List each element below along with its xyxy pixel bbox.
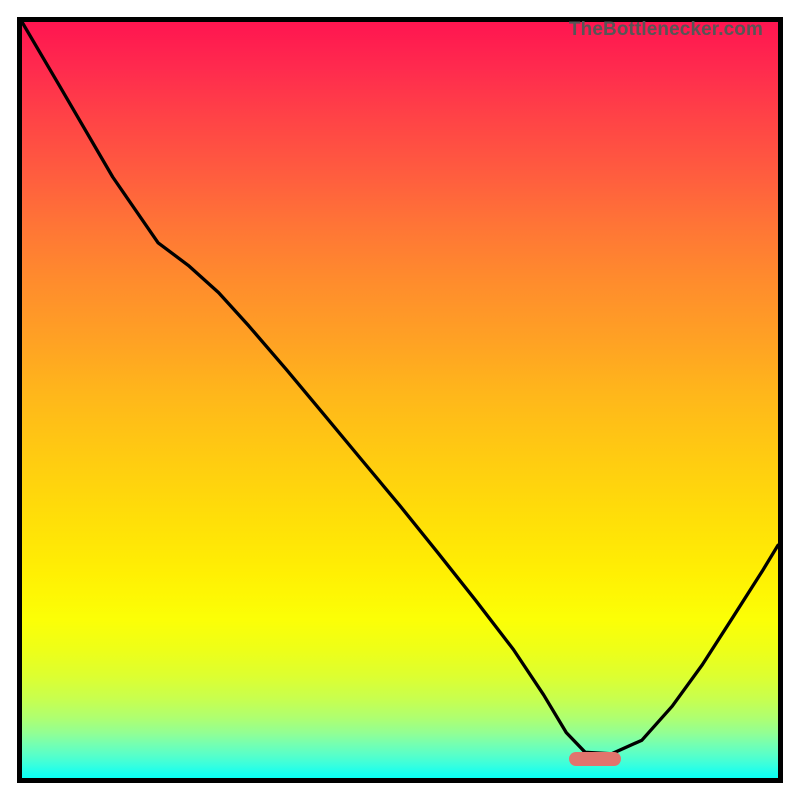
watermark-label: TheBottlenecker.com — [569, 19, 763, 41]
plot-area — [22, 22, 778, 778]
chart-frame: TheBottlenecker.com — [17, 17, 783, 783]
bottleneck-curve — [22, 22, 778, 778]
optimal-marker — [569, 752, 621, 766]
